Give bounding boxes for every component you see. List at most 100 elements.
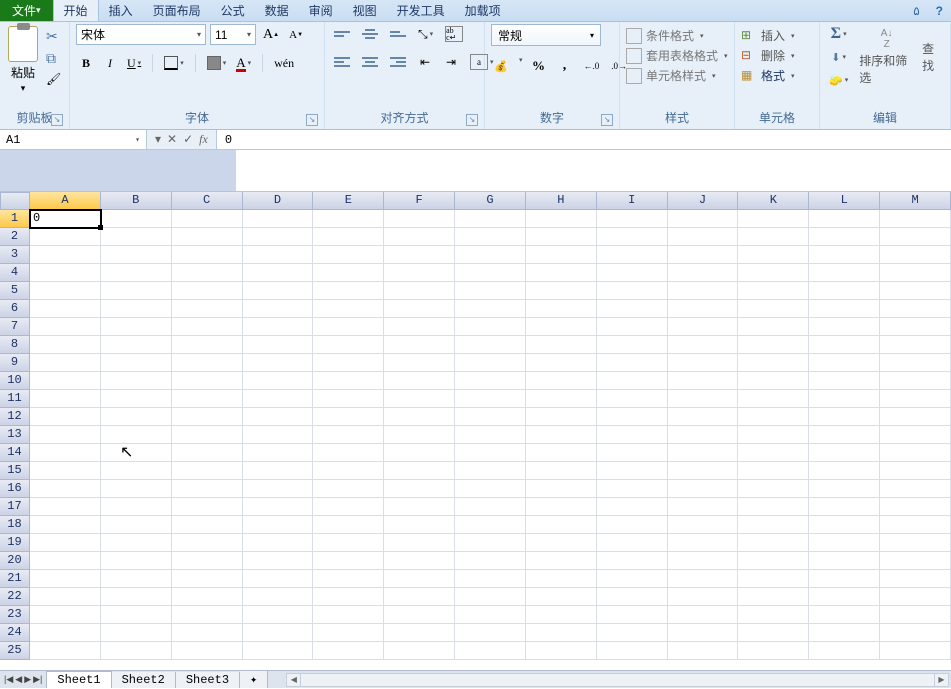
- row-header[interactable]: 25: [0, 642, 30, 660]
- cell[interactable]: [738, 264, 809, 282]
- cell[interactable]: [172, 354, 243, 372]
- formula-input[interactable]: 0: [217, 130, 951, 149]
- cell[interactable]: [597, 300, 668, 318]
- sheet-prev-icon[interactable]: ◀: [15, 674, 22, 685]
- cell[interactable]: [101, 570, 172, 588]
- phonetic-button[interactable]: wén: [271, 53, 297, 73]
- decrease-indent-button[interactable]: ⇤: [415, 52, 435, 72]
- cell[interactable]: [668, 570, 739, 588]
- cell[interactable]: [172, 264, 243, 282]
- row-header[interactable]: 17: [0, 498, 30, 516]
- cell[interactable]: [738, 336, 809, 354]
- paste-button[interactable]: 粘贴 ▾: [6, 24, 40, 96]
- number-format-combo[interactable]: 常规 ▾: [491, 24, 601, 46]
- cell[interactable]: [172, 444, 243, 462]
- cell[interactable]: [597, 462, 668, 480]
- cell[interactable]: [30, 354, 101, 372]
- column-header[interactable]: A: [30, 192, 101, 210]
- row-header[interactable]: 4: [0, 264, 30, 282]
- cell[interactable]: [455, 300, 526, 318]
- cell[interactable]: [597, 552, 668, 570]
- font-size-combo[interactable]: 11 ▾: [210, 24, 256, 45]
- cell[interactable]: [455, 336, 526, 354]
- cell[interactable]: [526, 264, 597, 282]
- cell[interactable]: [668, 552, 739, 570]
- cell[interactable]: [738, 282, 809, 300]
- orientation-button[interactable]: ⤡▾: [415, 24, 436, 44]
- cell[interactable]: [809, 228, 880, 246]
- cell[interactable]: [809, 282, 880, 300]
- cell[interactable]: [455, 408, 526, 426]
- cell[interactable]: [172, 426, 243, 444]
- row-header[interactable]: 18: [0, 516, 30, 534]
- cell[interactable]: [526, 534, 597, 552]
- increase-indent-button[interactable]: ⇥: [441, 52, 461, 72]
- cell[interactable]: [809, 426, 880, 444]
- cell[interactable]: [880, 390, 951, 408]
- cell[interactable]: [455, 462, 526, 480]
- row-header[interactable]: 22: [0, 588, 30, 606]
- cell[interactable]: [880, 516, 951, 534]
- dialog-launcher-icon[interactable]: ↘: [306, 114, 318, 126]
- cell[interactable]: [668, 318, 739, 336]
- cell[interactable]: [384, 282, 455, 300]
- menu-tab-0[interactable]: 开始: [53, 0, 99, 21]
- cell[interactable]: [384, 570, 455, 588]
- font-color-button[interactable]: ▾: [233, 53, 254, 73]
- cell[interactable]: [172, 246, 243, 264]
- column-header[interactable]: G: [455, 192, 526, 210]
- cell[interactable]: [738, 498, 809, 516]
- select-all-corner[interactable]: [0, 192, 30, 210]
- cell[interactable]: [313, 552, 384, 570]
- cell[interactable]: [526, 588, 597, 606]
- cell[interactable]: [172, 480, 243, 498]
- cell[interactable]: [101, 426, 172, 444]
- cell[interactable]: [809, 552, 880, 570]
- cell[interactable]: [668, 498, 739, 516]
- cell[interactable]: [455, 498, 526, 516]
- cell[interactable]: [243, 372, 314, 390]
- sheet-tab[interactable]: Sheet1: [47, 671, 111, 688]
- cell[interactable]: [30, 516, 101, 534]
- cell[interactable]: [809, 444, 880, 462]
- cell[interactable]: [384, 462, 455, 480]
- column-header[interactable]: C: [172, 192, 243, 210]
- cell[interactable]: [455, 246, 526, 264]
- cell[interactable]: [597, 444, 668, 462]
- cell[interactable]: [243, 318, 314, 336]
- cell[interactable]: [526, 354, 597, 372]
- cell[interactable]: [526, 552, 597, 570]
- dialog-launcher-icon[interactable]: ↘: [51, 114, 63, 126]
- cell[interactable]: [597, 354, 668, 372]
- cell[interactable]: [880, 642, 951, 660]
- fill-button[interactable]: ▾: [826, 47, 851, 67]
- column-header[interactable]: J: [668, 192, 739, 210]
- scroll-left-icon[interactable]: ◀: [287, 674, 301, 686]
- cell[interactable]: [455, 624, 526, 642]
- align-middle-button[interactable]: [359, 24, 381, 44]
- cell[interactable]: [526, 318, 597, 336]
- cell[interactable]: [668, 588, 739, 606]
- cell[interactable]: [526, 300, 597, 318]
- cell[interactable]: [30, 228, 101, 246]
- cell[interactable]: [101, 498, 172, 516]
- cell[interactable]: [30, 606, 101, 624]
- cell[interactable]: [313, 534, 384, 552]
- cell[interactable]: [809, 480, 880, 498]
- cell[interactable]: [597, 336, 668, 354]
- cell[interactable]: [668, 390, 739, 408]
- cell[interactable]: [30, 426, 101, 444]
- underline-button[interactable]: U▾: [124, 53, 144, 73]
- cell[interactable]: [597, 606, 668, 624]
- cell[interactable]: [738, 354, 809, 372]
- find-select-button[interactable]: 查找: [922, 40, 944, 74]
- cell[interactable]: [243, 408, 314, 426]
- cell[interactable]: [101, 282, 172, 300]
- cell[interactable]: [738, 462, 809, 480]
- cell[interactable]: [384, 534, 455, 552]
- cell[interactable]: [172, 336, 243, 354]
- cell[interactable]: [526, 336, 597, 354]
- cell[interactable]: [243, 462, 314, 480]
- cell[interactable]: [809, 336, 880, 354]
- cell[interactable]: [526, 390, 597, 408]
